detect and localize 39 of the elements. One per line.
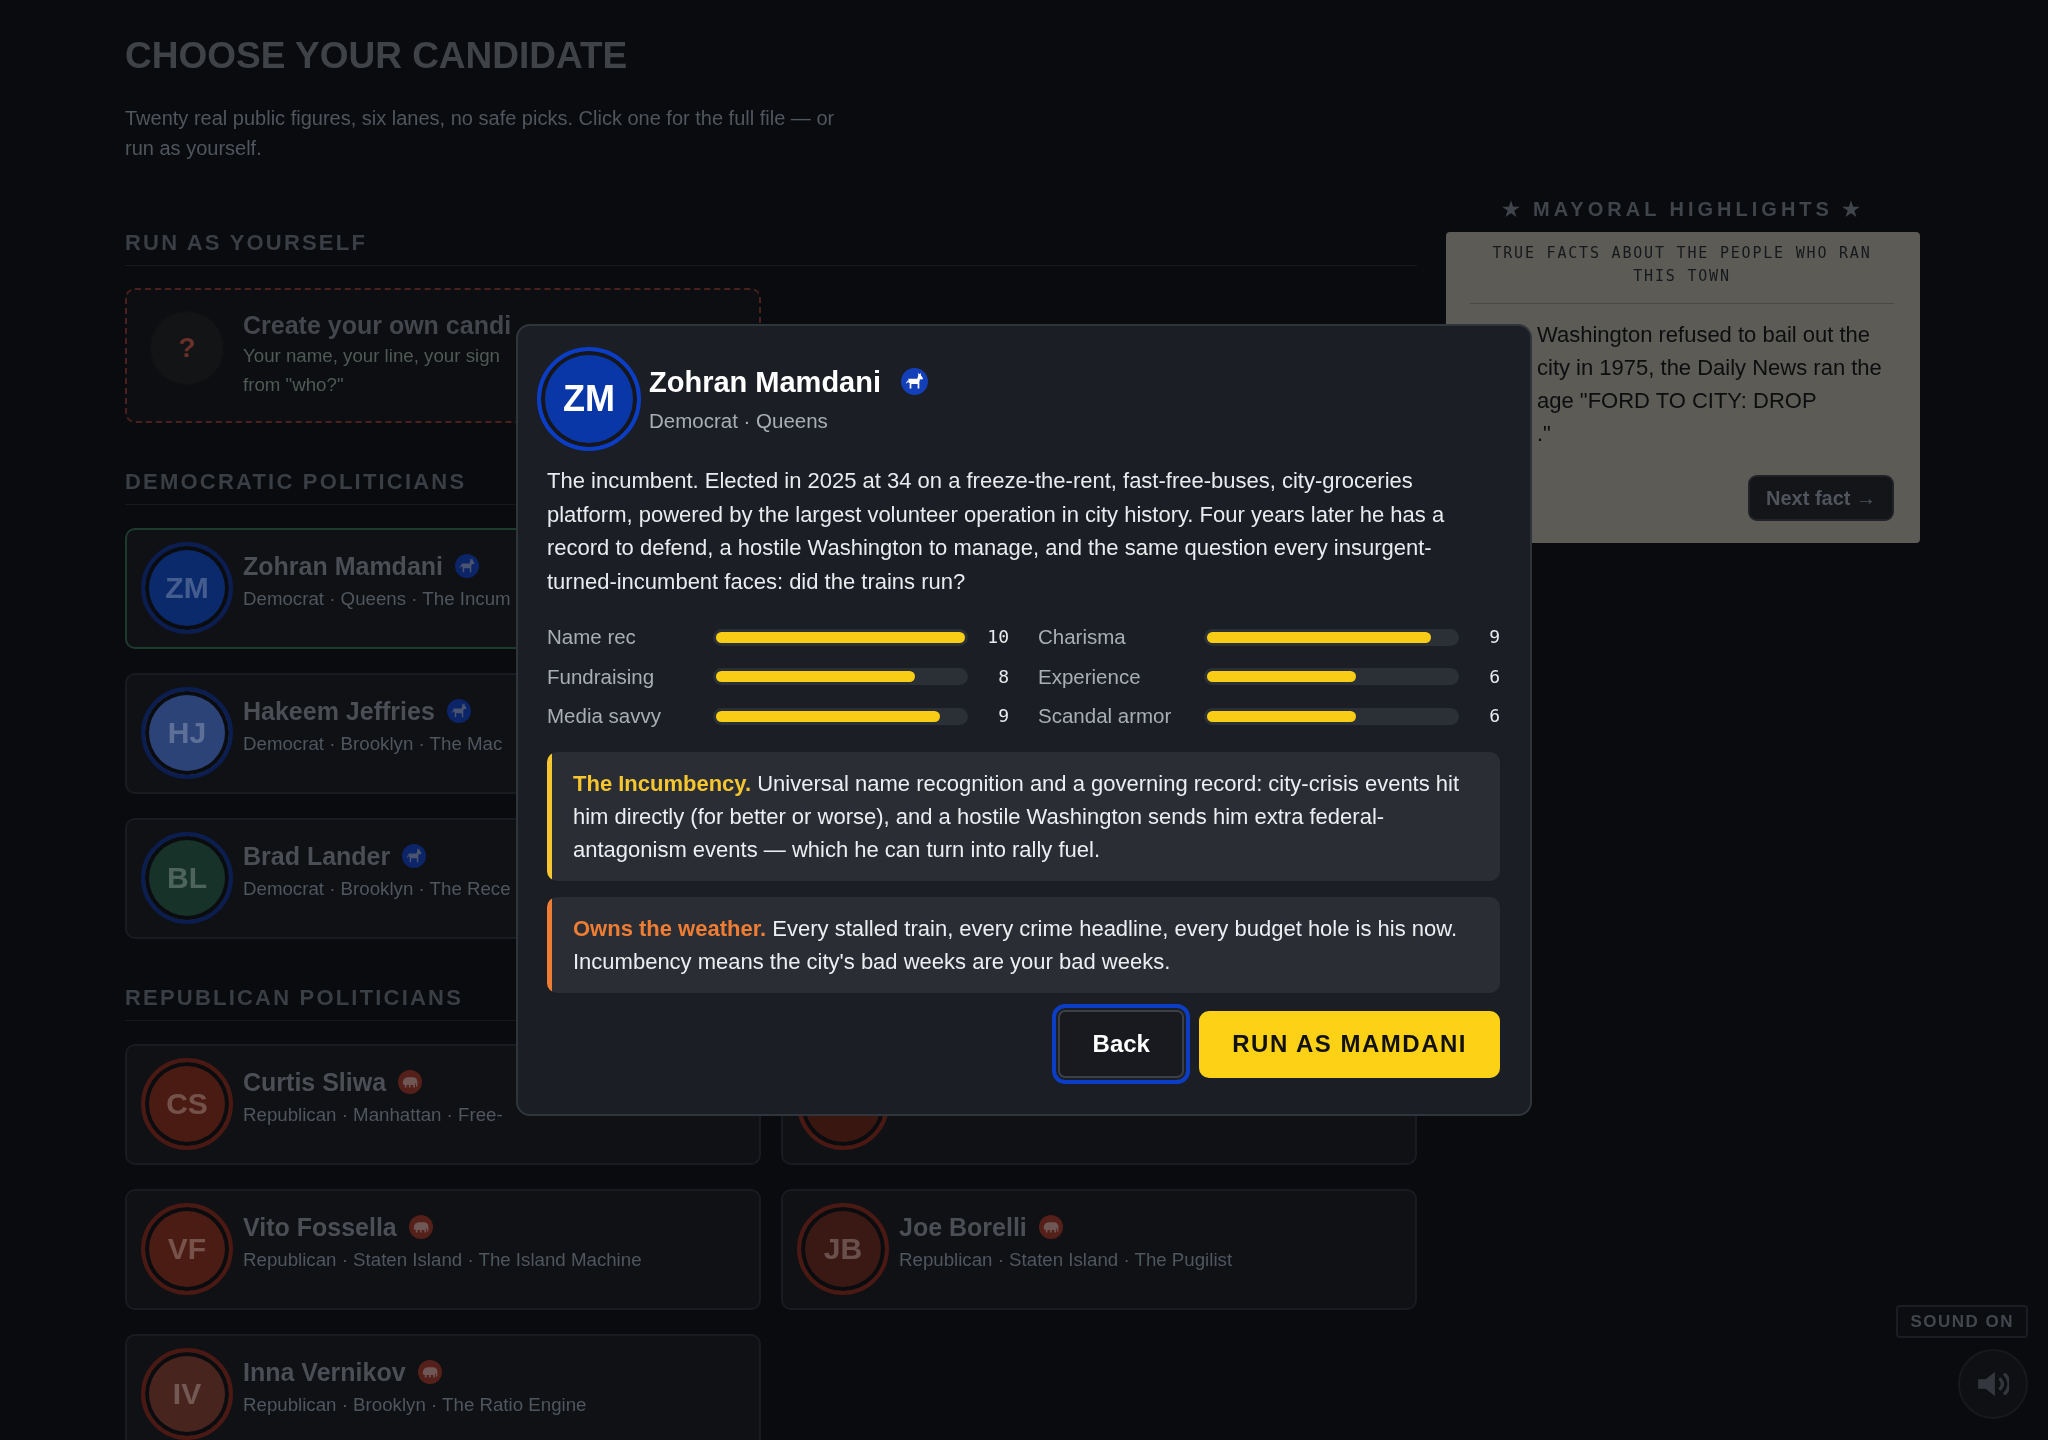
candidate-name: Inna Vernikov <box>243 1357 406 1387</box>
candidate-details: Republican · Manhattan · Free- <box>243 1103 503 1127</box>
avatar: ? <box>149 310 225 386</box>
sidebar-heading: ★ MAYORAL HIGHLIGHTS ★ <box>1501 197 1865 222</box>
candidate-details: Democrat · Queens · The Incum <box>243 587 511 611</box>
stat-value: 6 <box>1488 704 1500 728</box>
candidate-details: Democrat · Brooklyn · The Rece <box>243 877 511 901</box>
candidate-name: Hakeem Jeffries <box>243 696 435 726</box>
card-title: Create your own candi <box>243 310 512 340</box>
candidate-details: Republican · Staten Island · The Pugilist <box>899 1248 1233 1272</box>
sound-status-label: SOUND ON <box>1896 1305 2028 1338</box>
stat-label: Fundraising <box>547 663 656 690</box>
candidate-name: Curtis Sliwa <box>243 1067 387 1097</box>
candidate-details: Democrat · Brooklyn · The Mac <box>243 732 503 756</box>
stat-value: 9 <box>997 704 1009 728</box>
stat-label: Scandal armor <box>1038 703 1173 729</box>
stat-label: Media savvy <box>547 703 662 729</box>
stat-value: 10 <box>986 625 1009 649</box>
candidate-name: Brad Lander <box>243 841 391 871</box>
candidate-details: Republican · Staten Island · The Island Machine <box>243 1248 642 1272</box>
page-title: CHOOSE YOUR CANDIDATE <box>125 34 628 78</box>
candidate-name: Joe Borelli <box>899 1212 1027 1242</box>
candidate-bio: The incumbent. Elected in 2025 at 34 on a freeze-the-rent, fast-free-buses, city-groceries platform, powered by the largest volunteer operation in city history. Four years later he has a record to defend, a hostile Washington to manage, and the same question every insurgent-turned-incumbent faces: did the trains run? <box>547 467 1446 596</box>
fact-text: Washington refused to bail out the city in 1975, the Daily News ran the age "FORD TO CITY: DROP ." <box>1537 321 1882 448</box>
stat-label: Name rec <box>547 624 637 650</box>
stat-label: Charisma <box>1038 624 1127 650</box>
avatar: ZM <box>537 347 641 451</box>
candidate-details: Republican · Brooklyn · The Ratio Engine <box>243 1393 587 1417</box>
callout-text: The Incumbency. Universal name recognition and a governing record: city-crisis events hit him directly (for better or worse), and a hostile Washington sends him extra federal-antagonism events — which he can turn into rally fuel. <box>572 769 1461 864</box>
stat-label: Experience <box>1038 663 1142 690</box>
card-description: Your name, your line, your sign from "who?" <box>243 344 501 397</box>
candidate-name: Zohran Mamdani <box>243 551 443 581</box>
candidate-name: Vito Fossella <box>243 1212 397 1242</box>
stat-value: 9 <box>1488 625 1500 649</box>
panel-subtitle: TRUE FACTS ABOUT THE PEOPLE WHO RAN THIS TOWN <box>1491 243 1873 287</box>
stat-value: 8 <box>997 664 1009 689</box>
stat-value: 6 <box>1488 664 1500 689</box>
callout-text: Owns the weather. Every stalled train, every crime headline, every budget hole is his now. Incumbency means the city's bad weeks are your bad weeks. <box>572 914 1459 976</box>
page-subtitle: Twenty real public figures, six lanes, no safe picks. Click one for the full file — or run as yourself. <box>125 106 836 161</box>
